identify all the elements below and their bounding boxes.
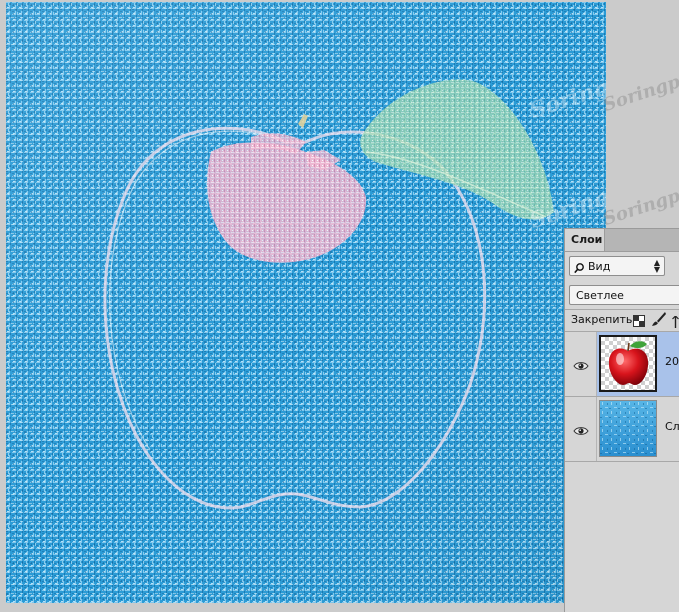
blue-texture-thumbnail[interactable]	[599, 400, 657, 457]
canvas-artwork	[6, 2, 606, 603]
search-icon	[574, 261, 584, 281]
divider	[565, 461, 679, 462]
watermark-text: Soringpcrepair	[600, 49, 679, 116]
layer-filter-value: Вид	[588, 260, 611, 273]
visibility-toggle[interactable]	[565, 397, 597, 461]
workspace-margin-left	[0, 0, 6, 612]
layer-filter-select[interactable]: Вид ▲ ▼	[569, 256, 665, 276]
document-canvas[interactable]: Soringpcrepair Soringpcrepair Soringpcre…	[6, 2, 606, 603]
layers-panel: Слои Вид ▲ ▼ Светлее Закрепить: 20 Сл	[564, 228, 679, 612]
eye-icon	[573, 422, 589, 441]
layer-name[interactable]: Сло	[665, 420, 679, 433]
layer-row[interactable]: Сло	[565, 397, 679, 461]
layer-name[interactable]: 201	[665, 355, 679, 368]
panel-tabbar: Слои	[565, 229, 679, 252]
lock-label: Закрепить:	[571, 313, 637, 326]
photoshop-window: Soringpcrepair Soringpcrepair Soringpcre…	[0, 0, 679, 612]
blend-mode-select[interactable]: Светлее	[569, 285, 679, 305]
tab-layers[interactable]: Слои	[565, 229, 605, 251]
eye-icon	[573, 357, 589, 376]
visibility-toggle[interactable]	[565, 332, 597, 396]
lock-row: Закрепить:	[565, 309, 679, 331]
stepper-icon: ▲ ▼	[653, 258, 660, 274]
apple-thumbnail[interactable]	[599, 335, 657, 392]
layer-row[interactable]: 201	[565, 332, 679, 396]
watermark-text: Soringpcrepair	[600, 163, 679, 230]
